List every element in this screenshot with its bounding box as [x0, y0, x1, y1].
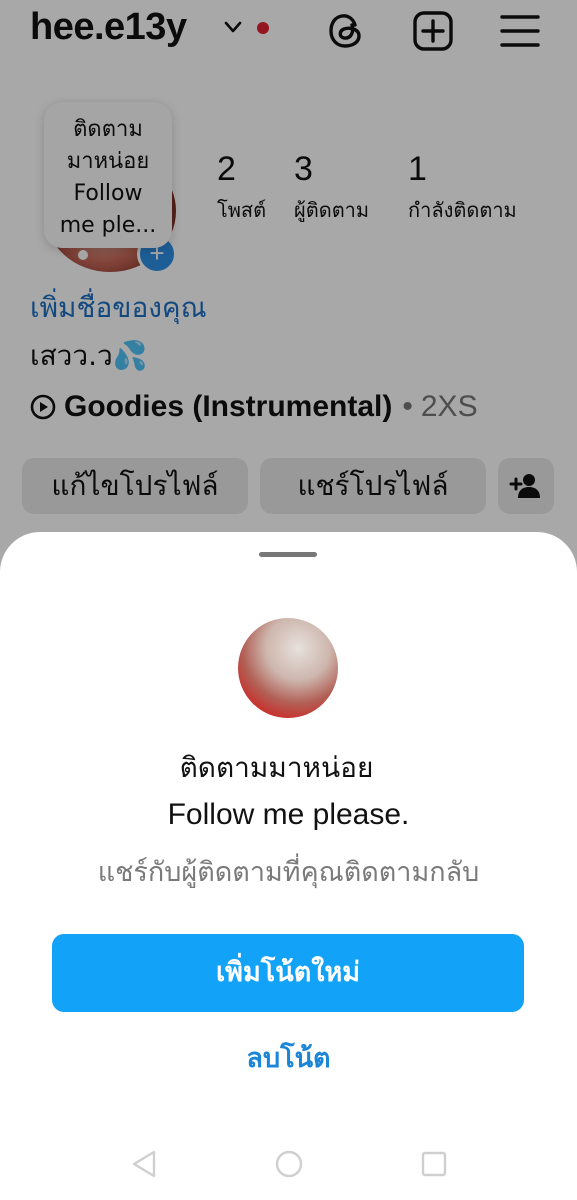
delete-note-button[interactable]: ลบโน้ต [0, 1036, 577, 1079]
sheet-avatar [238, 618, 338, 718]
back-nav-icon[interactable] [130, 1149, 158, 1179]
new-note-button[interactable]: เพิ่มโน้ตใหม่ [52, 934, 524, 1012]
recents-nav-icon[interactable] [420, 1149, 448, 1179]
share-caption: แชร์กับผู้ติดตามที่คุณติดตามกลับ [97, 857, 480, 888]
home-nav-icon[interactable] [275, 1149, 303, 1179]
note-bottom-sheet: ติดตามมาหน่อย Follow me please. แชร์กับผ… [0, 532, 577, 1200]
note-text-line2: Follow me please. [167, 798, 410, 831]
sheet-drag-handle[interactable] [259, 552, 317, 557]
note-text-line1: ติดตามมาหน่อย [179, 751, 374, 784]
